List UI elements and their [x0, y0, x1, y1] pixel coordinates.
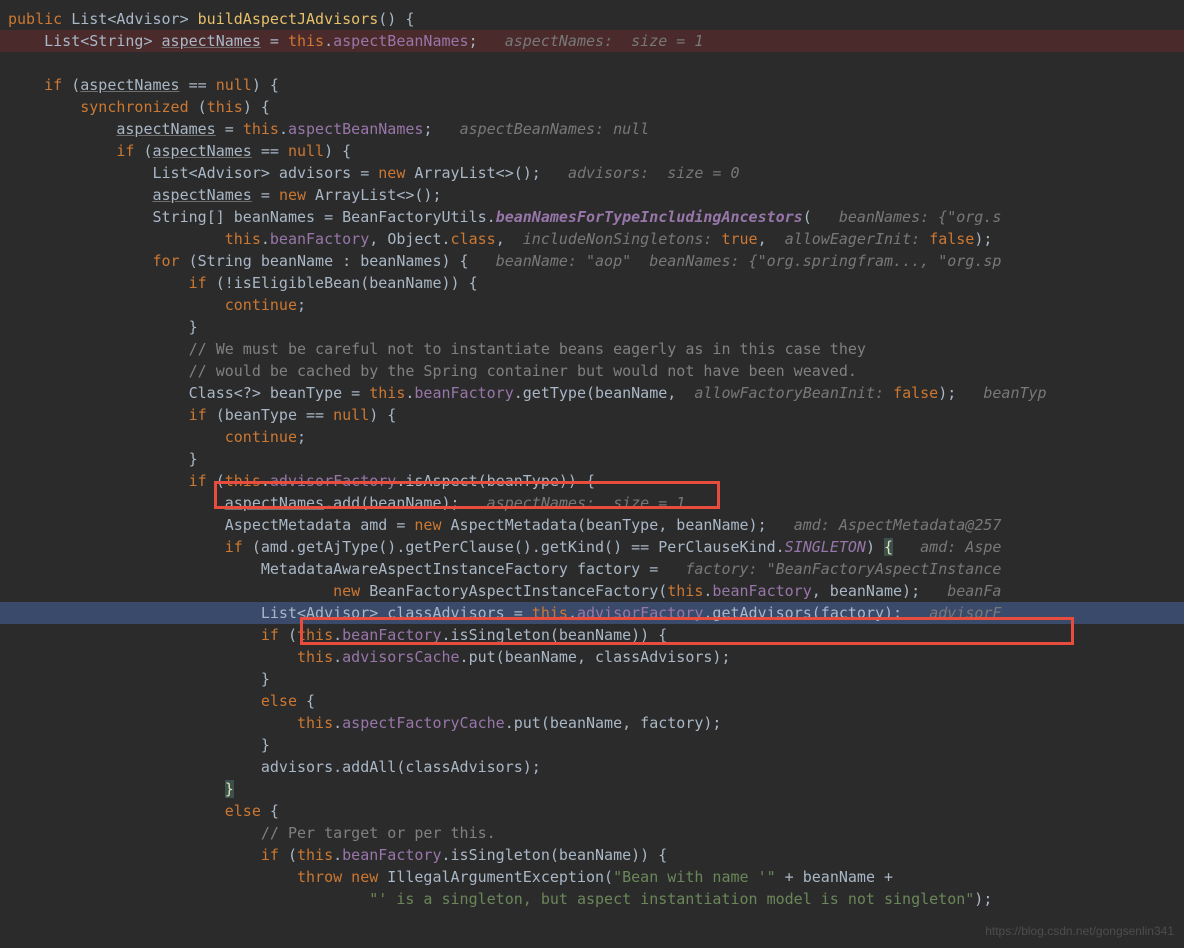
code-line[interactable]: List<Advisor> classAdvisors = this.advis…	[0, 602, 1184, 624]
code-line[interactable]: MetadataAwareAspectInstanceFactory facto…	[0, 558, 1184, 580]
code-line[interactable]: if (this.advisorFactory.isAspect(beanTyp…	[0, 470, 1184, 492]
code-line[interactable]: }	[0, 668, 1184, 690]
code-line[interactable]: this.aspectFactoryCache.put(beanName, fa…	[0, 712, 1184, 734]
code-line[interactable]: this.beanFactory, Object.class, includeN…	[0, 228, 1184, 250]
code-line[interactable]: // would be cached by the Spring contain…	[0, 360, 1184, 382]
code-line[interactable]: }	[0, 778, 1184, 800]
code-line[interactable]: this.advisorsCache.put(beanName, classAd…	[0, 646, 1184, 668]
code-editor[interactable]: public List<Advisor> buildAspectJAdvisor…	[0, 0, 1184, 948]
code-line[interactable]: "' is a singleton, but aspect instantiat…	[0, 888, 1184, 910]
code-line[interactable]: else {	[0, 800, 1184, 822]
code-line[interactable]: AspectMetadata amd = new AspectMetadata(…	[0, 514, 1184, 536]
code-line[interactable]: advisors.addAll(classAdvisors);	[0, 756, 1184, 778]
code-line[interactable]: synchronized (this) {	[0, 96, 1184, 118]
code-line[interactable]: for (String beanName : beanNames) { bean…	[0, 250, 1184, 272]
code-line[interactable]: aspectNames.add(beanName); aspectNames: …	[0, 492, 1184, 514]
code-line[interactable]: Class<?> beanType = this.beanFactory.get…	[0, 382, 1184, 404]
code-block[interactable]: public List<Advisor> buildAspectJAdvisor…	[0, 8, 1184, 910]
code-line[interactable]: String[] beanNames = BeanFactoryUtils.be…	[0, 206, 1184, 228]
watermark: https://blog.csdn.net/gongsenlin341	[985, 920, 1174, 942]
code-line[interactable]: }	[0, 448, 1184, 470]
code-line[interactable]: }	[0, 734, 1184, 756]
code-line[interactable]: public List<Advisor> buildAspectJAdvisor…	[0, 8, 1184, 30]
code-line[interactable]: List<String> aspectNames = this.aspectBe…	[0, 30, 1184, 52]
code-line[interactable]	[0, 52, 1184, 74]
code-line[interactable]: new BeanFactoryAspectInstanceFactory(thi…	[0, 580, 1184, 602]
code-line[interactable]: continue;	[0, 294, 1184, 316]
code-line[interactable]: // We must be careful not to instantiate…	[0, 338, 1184, 360]
code-line[interactable]: if (aspectNames == null) {	[0, 74, 1184, 96]
code-line[interactable]: if (this.beanFactory.isSingleton(beanNam…	[0, 624, 1184, 646]
code-line[interactable]: }	[0, 316, 1184, 338]
code-line[interactable]: continue;	[0, 426, 1184, 448]
code-line[interactable]: // Per target or per this.	[0, 822, 1184, 844]
code-line[interactable]: List<Advisor> advisors = new ArrayList<>…	[0, 162, 1184, 184]
code-line[interactable]: if (this.beanFactory.isSingleton(beanNam…	[0, 844, 1184, 866]
code-line[interactable]: if (!isEligibleBean(beanName)) {	[0, 272, 1184, 294]
code-line[interactable]: if (beanType == null) {	[0, 404, 1184, 426]
code-line[interactable]: aspectNames = this.aspectBeanNames; aspe…	[0, 118, 1184, 140]
code-line[interactable]: if (aspectNames == null) {	[0, 140, 1184, 162]
code-line[interactable]: throw new IllegalArgumentException("Bean…	[0, 866, 1184, 888]
code-line[interactable]: else {	[0, 690, 1184, 712]
code-line[interactable]: if (amd.getAjType().getPerClause().getKi…	[0, 536, 1184, 558]
code-line[interactable]: aspectNames = new ArrayList<>();	[0, 184, 1184, 206]
